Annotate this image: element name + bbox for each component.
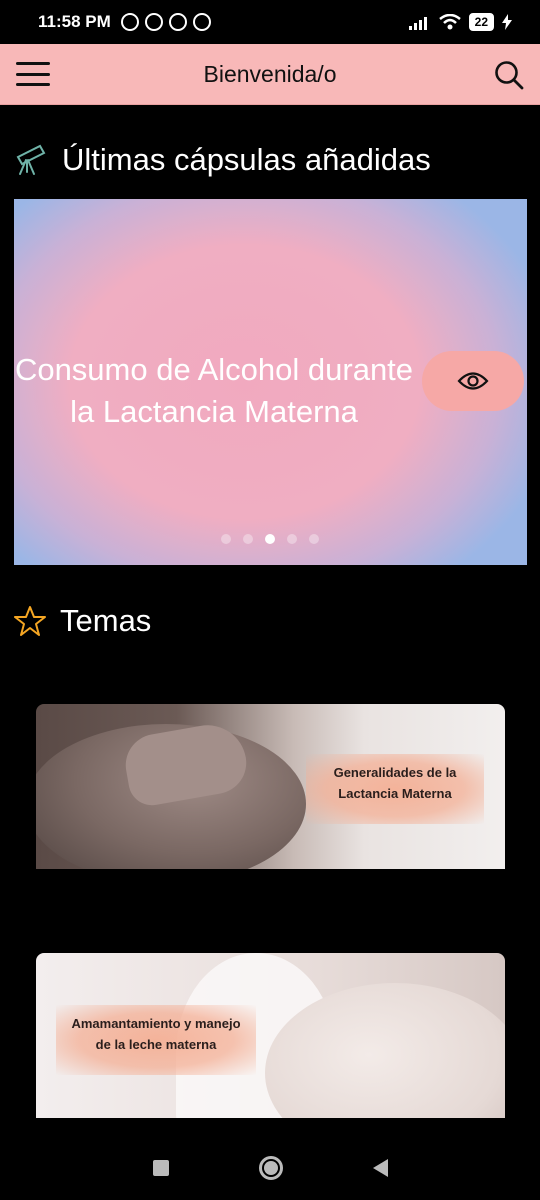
carousel-pagination [221, 534, 319, 544]
topic-label: Amamantamiento y manejo de la leche mate… [56, 1005, 256, 1075]
notification-icon [168, 13, 187, 31]
status-bar: 11:58 PM 22 [0, 0, 540, 44]
home-icon[interactable] [258, 1156, 283, 1180]
hamburger-menu-icon[interactable] [16, 62, 50, 86]
battery-icon: 22 [468, 13, 494, 31]
latest-capsules-header: Últimas cápsulas añadidas [14, 142, 431, 178]
status-notification-icons [120, 13, 211, 31]
status-system-icons: 22 [408, 13, 512, 31]
notification-icon [192, 13, 211, 31]
signal-icon [408, 17, 427, 30]
telescope-icon [16, 144, 46, 175]
topics-title: Temas [60, 603, 152, 638]
alarm-icon [120, 13, 139, 31]
back-icon[interactable] [372, 1159, 388, 1177]
eye-icon [457, 372, 489, 390]
carousel-dot[interactable] [221, 534, 231, 544]
carousel-dot[interactable] [309, 534, 319, 544]
capsule-carousel[interactable]: Consumo de Alcohol durante la Lactancia … [14, 199, 527, 565]
charging-icon [502, 14, 512, 30]
pinterest-icon [144, 13, 163, 31]
topic-card-breastfeeding[interactable]: Amamantamiento y manejo de la leche mate… [36, 953, 505, 1118]
carousel-dot[interactable] [287, 534, 297, 544]
page-title: Bienvenida/o [203, 60, 337, 87]
recent-apps-icon[interactable] [152, 1160, 169, 1176]
view-capsule-button[interactable] [422, 351, 524, 411]
app-bar: Bienvenida/o [0, 44, 540, 105]
latest-capsules-title: Últimas cápsulas añadidas [62, 142, 431, 177]
topics-header: Temas [14, 603, 151, 639]
system-nav-bar [0, 1136, 540, 1200]
status-time: 11:58 PM [38, 12, 111, 31]
carousel-slide-title: Consumo de Alcohol durante la Lactancia … [14, 352, 414, 429]
star-icon [14, 606, 46, 636]
carousel-dot[interactable] [243, 534, 253, 544]
search-icon[interactable] [494, 60, 524, 90]
topic-card-generalities[interactable]: Generalidades de la Lactancia Materna [36, 704, 505, 869]
carousel-dot[interactable] [265, 534, 275, 544]
wifi-icon [438, 14, 461, 30]
topic-label: Generalidades de la Lactancia Materna [306, 754, 484, 824]
